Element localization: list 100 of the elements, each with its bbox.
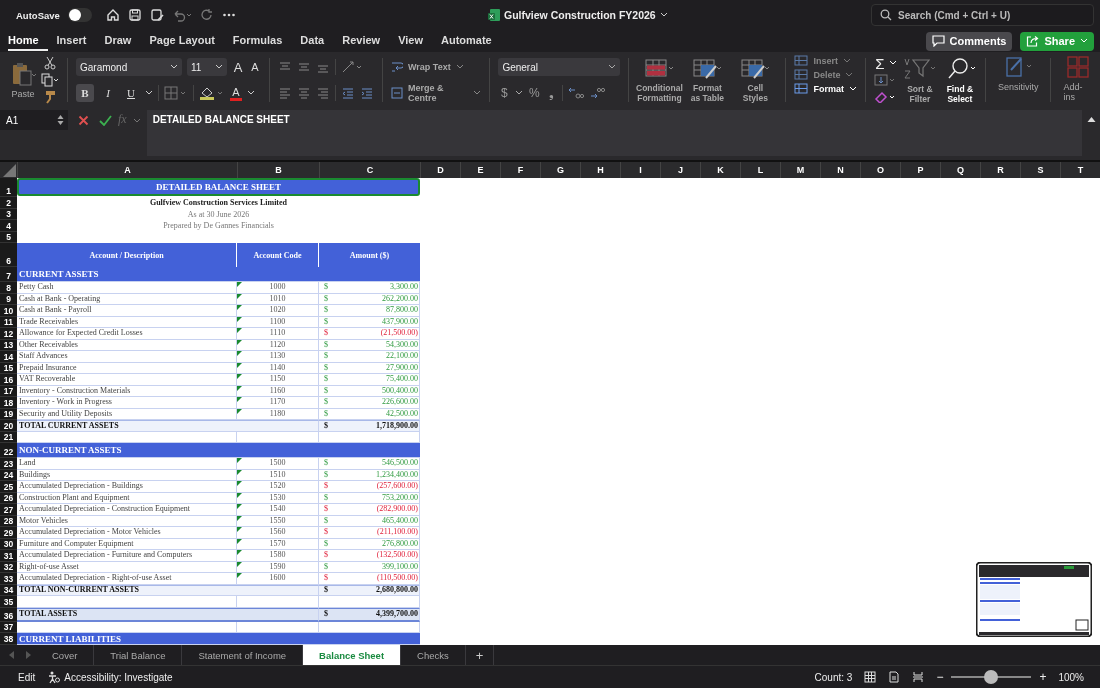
caret-icon[interactable] — [659, 12, 668, 18]
row-header[interactable]: 31 — [0, 550, 17, 562]
zoom-in-button[interactable]: + — [1039, 670, 1047, 684]
save-icon[interactable] — [127, 8, 142, 22]
row-header[interactable]: 14 — [0, 351, 17, 363]
row-header[interactable]: 29 — [0, 527, 17, 539]
number-format-dropdown[interactable]: General — [498, 58, 621, 76]
search-input[interactable]: Search (Cmd + Ctrl + U) — [898, 9, 1068, 21]
row-header[interactable]: 7 — [0, 267, 17, 282]
caret-icon[interactable] — [515, 90, 524, 96]
font-style-button[interactable]: I — [99, 84, 117, 102]
column-header[interactable]: Q — [940, 162, 980, 178]
styles-button[interactable]: Cell Styles — [733, 57, 778, 103]
caret-icon[interactable] — [145, 90, 153, 96]
increase-indent-icon[interactable] — [360, 87, 374, 99]
ribbon-tab[interactable]: Automate — [432, 31, 501, 51]
column-header[interactable]: R — [980, 162, 1020, 178]
format-painter-icon[interactable] — [44, 90, 56, 104]
page-break-icon[interactable] — [912, 671, 925, 683]
column-header[interactable]: I — [620, 162, 660, 178]
column-header[interactable]: T — [1060, 162, 1100, 178]
autosum-button[interactable]: Σ — [873, 54, 886, 72]
formula-field[interactable]: DETAILED BALANCE SHEET — [146, 110, 1082, 156]
column-header[interactable]: J — [660, 162, 700, 178]
scroll-up-icon[interactable] — [1086, 116, 1096, 123]
comma-button[interactable]: ❟ — [545, 84, 558, 102]
font-color-button[interactable]: A — [230, 85, 242, 101]
eraser-icon[interactable] — [873, 91, 896, 103]
ribbon-tab[interactable]: Draw — [95, 31, 141, 51]
window-preview-drawing[interactable] — [976, 562, 1092, 637]
ribbon-tab[interactable]: Review — [333, 31, 390, 51]
row-header[interactable]: 25 — [0, 481, 17, 493]
row-header[interactable]: 38 — [0, 633, 17, 645]
font-name-dropdown[interactable]: Garamond — [76, 58, 182, 76]
fill-color-icon[interactable] — [199, 86, 225, 100]
borders-icon[interactable] — [164, 86, 188, 100]
row-header[interactable]: 23 — [0, 458, 17, 470]
redo-icon[interactable] — [199, 8, 214, 22]
normal-view-icon[interactable] — [864, 671, 877, 683]
decrease-decimal-icon[interactable] — [589, 87, 606, 99]
percent-button[interactable]: % — [528, 84, 541, 102]
ribbon-tab[interactable]: Data — [291, 31, 334, 51]
row-header[interactable]: 18 — [0, 397, 17, 409]
ribbon-tab[interactable]: View — [389, 31, 432, 51]
row-header[interactable]: 4 — [0, 220, 17, 232]
row-header[interactable]: 2 — [0, 197, 17, 209]
save-as-icon[interactable] — [149, 8, 164, 22]
ribbon-tab[interactable]: Insert — [47, 31, 96, 51]
column-header[interactable]: L — [740, 162, 780, 178]
font-style-button[interactable]: B — [76, 84, 94, 102]
sort-filter-icon[interactable] — [902, 56, 937, 81]
row-header[interactable]: 12 — [0, 328, 17, 340]
currency-button[interactable]: $ — [498, 84, 511, 102]
comments-button[interactable]: Comments — [925, 31, 1013, 51]
previous-sheet-icon[interactable] — [7, 650, 17, 660]
font-size-dropdown[interactable]: 11 — [187, 58, 227, 76]
ribbon-tab[interactable]: Page Layout — [140, 31, 224, 51]
autosave-toggle[interactable] — [67, 8, 92, 22]
column-header[interactable]: G — [540, 162, 580, 178]
accessibility-button[interactable]: Accessibility: Investigate — [47, 670, 173, 684]
next-sheet-icon[interactable] — [23, 650, 33, 660]
document-title[interactable]: Gulfview Construction FY2026 — [504, 9, 656, 21]
cells-button[interactable]: Format — [794, 83, 857, 94]
row-header[interactable]: 1 — [0, 178, 17, 197]
column-header[interactable]: K — [700, 162, 740, 178]
column-header[interactable]: D — [420, 162, 460, 178]
scissors-icon[interactable] — [44, 56, 56, 70]
page-layout-icon[interactable] — [888, 671, 901, 683]
row-header[interactable]: 6 — [0, 243, 17, 267]
caret-icon[interactable] — [247, 90, 255, 96]
column-header[interactable]: N — [820, 162, 860, 178]
column-header[interactable]: F — [500, 162, 540, 178]
increase-font-button[interactable]: A — [232, 58, 244, 76]
column-header[interactable]: M — [780, 162, 820, 178]
cancel-icon[interactable] — [78, 115, 89, 126]
row-header[interactable]: 22 — [0, 443, 17, 458]
confirm-icon[interactable] — [99, 115, 112, 126]
column-header[interactable]: S — [1020, 162, 1060, 178]
column-header[interactable]: H — [580, 162, 620, 178]
search-field[interactable]: Search (Cmd + Ctrl + U) — [871, 4, 1094, 26]
wrap-text-button[interactable]: Wrap Text — [391, 61, 464, 73]
styles-button[interactable]: Conditional Formatting — [637, 57, 682, 103]
row-header[interactable]: 33 — [0, 573, 17, 585]
column-header[interactable]: O — [860, 162, 900, 178]
ribbon-tab[interactable]: Home — [8, 31, 48, 51]
row-header[interactable]: 8 — [0, 282, 17, 294]
styles-button[interactable]: Format as Table — [685, 57, 730, 103]
decrease-indent-icon[interactable] — [341, 87, 355, 99]
paste-icon[interactable] — [10, 61, 36, 86]
merge-button[interactable]: Merge & Centre — [391, 83, 482, 103]
ribbon-tab[interactable]: Formulas — [223, 31, 292, 51]
row-header[interactable]: 16 — [0, 374, 17, 386]
column-header[interactable]: P — [900, 162, 940, 178]
row-header[interactable]: 27 — [0, 504, 17, 516]
home-icon[interactable] — [105, 8, 120, 22]
font-style-button[interactable]: U — [122, 84, 140, 102]
column-header[interactable]: E — [460, 162, 500, 178]
zoom-out-button[interactable]: − — [936, 670, 944, 684]
sheet-tab[interactable]: Balance Sheet — [303, 645, 402, 665]
increase-decimal-icon[interactable] — [568, 87, 585, 99]
